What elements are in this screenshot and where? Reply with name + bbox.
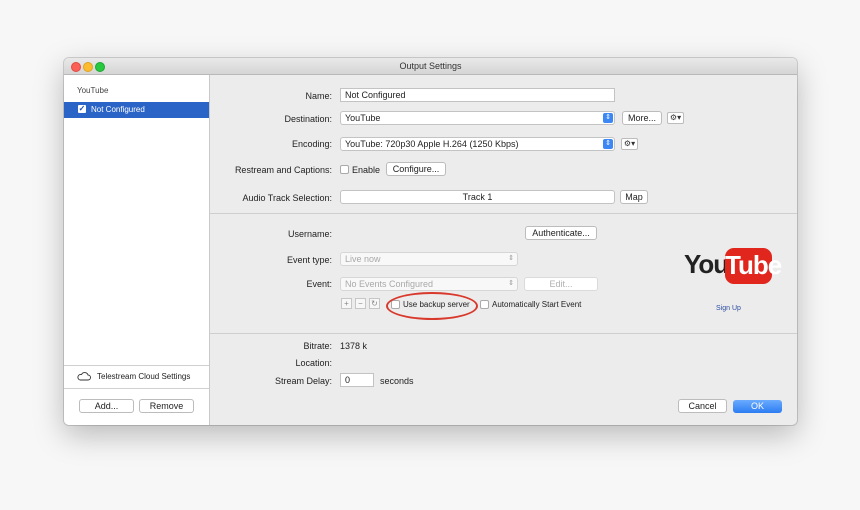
gear-icon: ⚙▾ <box>669 113 682 122</box>
sidebar: YouTube ✓ Not Configured Telestream Clou… <box>64 75 210 425</box>
output-settings-window: Output Settings YouTube ✓ Not Configured… <box>64 58 797 425</box>
stream-delay-label: Stream Delay: <box>274 376 332 386</box>
sign-up-link[interactable]: Sign Up <box>716 305 741 312</box>
title-bar: Output Settings <box>64 58 797 75</box>
youtube-logo-you: You <box>684 249 729 279</box>
stream-delay-unit: seconds <box>380 376 414 386</box>
gear-icon: ⚙▾ <box>623 139 636 148</box>
sidebar-item-label: Not Configured <box>91 105 145 114</box>
destination-label: Destination: <box>284 114 332 124</box>
stream-delay-field[interactable]: 0 <box>340 373 374 387</box>
audio-track-field[interactable]: Track 1 <box>340 190 615 204</box>
bitrate-value: 1378 k <box>340 341 368 351</box>
name-field[interactable]: Not Configured <box>340 88 615 102</box>
popup-arrows-icon: ⇕ <box>508 255 514 262</box>
edit-event-button[interactable]: Edit... <box>524 277 598 291</box>
auto-start-event-label: Automatically Start Event <box>492 300 582 309</box>
auto-start-event-checkbox[interactable] <box>480 300 489 309</box>
refresh-events-button[interactable]: ↻ <box>369 298 380 309</box>
event-type-label: Event type: <box>286 255 332 265</box>
destination-popup[interactable]: YouTube ⇕ <box>340 111 615 125</box>
enable-label: Enable <box>352 165 381 175</box>
sidebar-item-not-configured[interactable]: ✓ Not Configured <box>64 102 209 118</box>
encoding-gear-menu[interactable]: ⚙▾ <box>621 138 638 150</box>
authenticate-button[interactable]: Authenticate... <box>525 226 597 240</box>
highlight-annotation <box>386 292 478 320</box>
encoding-label: Encoding: <box>291 139 332 149</box>
popup-arrows-icon: ⇕ <box>603 113 613 123</box>
popup-arrows-icon: ⇕ <box>603 139 613 149</box>
bitrate-label: Bitrate: <box>303 341 332 351</box>
cloud-settings-label: Telestream Cloud Settings <box>97 372 191 381</box>
add-button[interactable]: Add... <box>79 399 134 413</box>
name-label: Name: <box>305 91 332 101</box>
event-type-popup[interactable]: Live now ⇕ <box>340 252 518 266</box>
cancel-button[interactable]: Cancel <box>678 399 727 413</box>
window-title: Output Settings <box>399 61 462 71</box>
ok-button[interactable]: OK <box>733 400 782 413</box>
destination-value: YouTube <box>345 113 381 123</box>
event-type-value: Live now <box>345 254 381 264</box>
section-divider <box>209 213 797 214</box>
configure-button[interactable]: Configure... <box>386 162 446 176</box>
remove-event-button[interactable]: − <box>355 298 366 309</box>
cloud-icon <box>77 372 91 381</box>
audio-track-label: Audio Track Selection: <box>242 193 332 203</box>
zoom-window-button[interactable] <box>95 62 105 72</box>
sidebar-section-youtube: YouTube <box>77 86 109 95</box>
username-label: Username: <box>287 229 332 239</box>
destination-gear-menu[interactable]: ⚙▾ <box>667 112 684 124</box>
restream-label: Restream and Captions: <box>234 165 332 175</box>
sidebar-divider <box>64 365 209 366</box>
add-event-button[interactable]: + <box>341 298 352 309</box>
refresh-icon: ↻ <box>371 299 378 308</box>
remove-button[interactable]: Remove <box>139 399 194 413</box>
event-popup[interactable]: No Events Configured ⇕ <box>340 277 518 291</box>
map-button[interactable]: Map <box>620 190 648 204</box>
encoding-popup[interactable]: YouTube: 720p30 Apple H.264 (1250 Kbps) … <box>340 137 615 151</box>
encoding-value: YouTube: 720p30 Apple H.264 (1250 Kbps) <box>345 139 519 149</box>
sidebar-divider <box>64 388 209 389</box>
sidebar-item-checkbox[interactable]: ✓ <box>78 105 86 113</box>
more-button[interactable]: More... <box>622 111 662 125</box>
telestream-cloud-settings[interactable]: Telestream Cloud Settings <box>77 372 190 381</box>
event-value: No Events Configured <box>345 279 434 289</box>
event-label: Event: <box>306 279 332 289</box>
popup-arrows-icon: ⇕ <box>508 280 514 287</box>
minimize-window-button[interactable] <box>83 62 93 72</box>
enable-checkbox[interactable] <box>340 165 349 174</box>
close-window-button[interactable] <box>71 62 81 72</box>
youtube-logo-tube: Tube <box>725 248 782 284</box>
location-label: Location: <box>295 358 332 368</box>
section-divider <box>209 333 797 334</box>
